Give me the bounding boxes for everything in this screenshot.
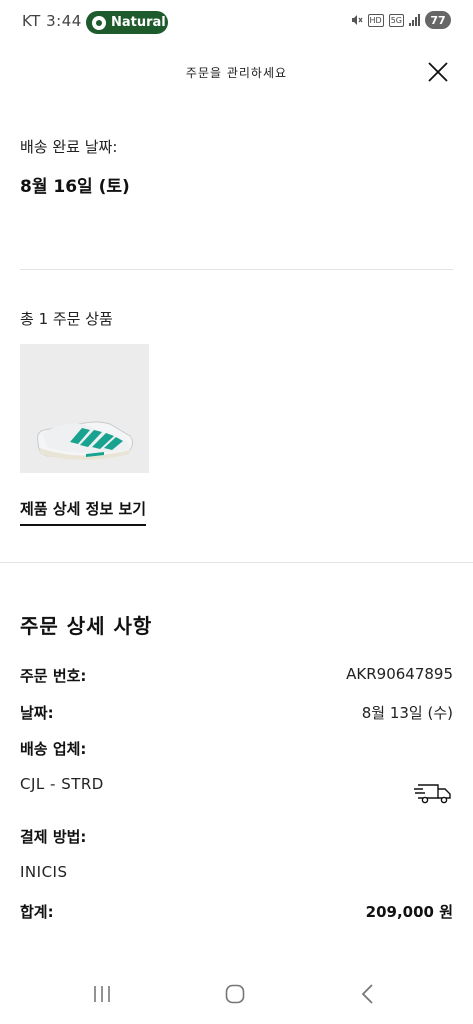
product-count-label: 총 1 주문 상품: [20, 310, 113, 328]
carrier-value: CJL - STRD: [20, 775, 104, 793]
close-icon[interactable]: [426, 60, 450, 84]
carrier-label: 배송 업체:: [20, 740, 87, 758]
divider: [20, 269, 453, 270]
status-carrier-time: KT 3:44: [22, 12, 82, 30]
delivery-date-value: 8월 16일 (토): [20, 177, 130, 197]
leaf-icon: [92, 15, 106, 30]
network-badge: 5G: [388, 13, 404, 27]
hd-badge: HD: [367, 13, 384, 27]
mode-label: Natural: [111, 15, 166, 30]
shoe-image: [37, 421, 134, 460]
status-icons: HD 5G 77: [351, 11, 451, 29]
payment-value: INICIS: [20, 863, 68, 881]
nav-back-icon[interactable]: [360, 983, 374, 1005]
nav-recents-icon[interactable]: [92, 985, 112, 1003]
order-details-title: 주문 상세 사항: [20, 614, 153, 638]
nav-home-icon[interactable]: [225, 984, 245, 1004]
total-value: 209,000 원: [365, 903, 453, 921]
mute-icon: [351, 15, 363, 25]
total-label: 합계:: [20, 903, 54, 921]
truck-icon[interactable]: [414, 780, 452, 806]
product-image[interactable]: [20, 344, 149, 473]
delivery-date-label: 배송 완료 날짜:: [20, 138, 118, 156]
page-title: 주문을 관리하세요: [185, 66, 288, 80]
divider: [0, 562, 473, 563]
view-product-details-link[interactable]: 제품 상세 정보 보기: [20, 498, 147, 526]
order-number-value: AKR90647895: [346, 665, 453, 683]
order-date-value: 8월 13일 (수): [361, 704, 453, 722]
payment-label: 결제 방법:: [20, 828, 87, 846]
order-date-label: 날짜:: [20, 704, 54, 722]
mode-indicator: Natural: [86, 11, 168, 34]
battery-icon: 77: [425, 11, 451, 29]
signal-icon: [409, 14, 420, 26]
order-number-label: 주문 번호:: [20, 667, 87, 685]
